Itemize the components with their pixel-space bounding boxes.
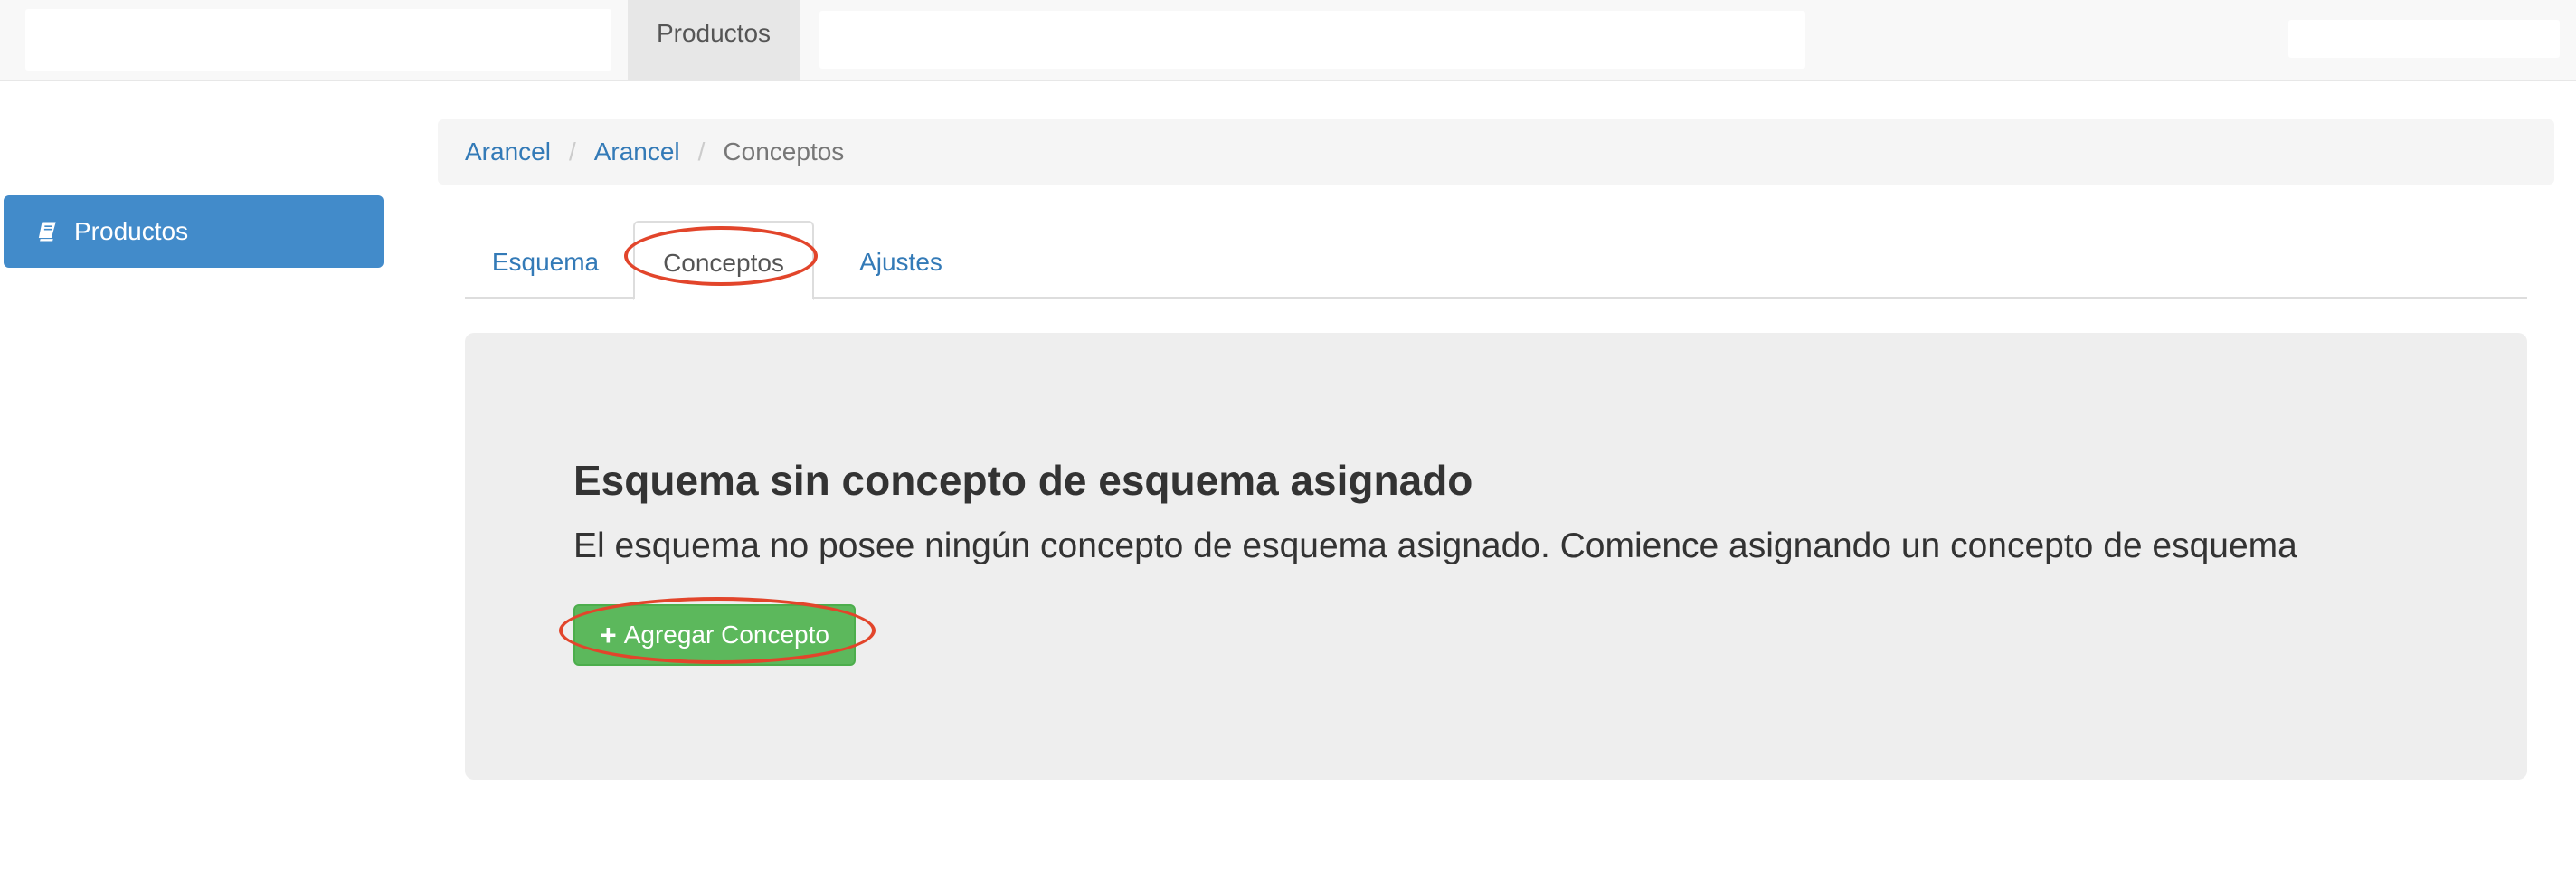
empty-state-heading: Esquema sin concepto de esquema asignado — [573, 457, 1473, 504]
add-concept-label: Agregar Concepto — [623, 621, 829, 649]
breadcrumb-separator: / — [568, 137, 576, 166]
sidebar-item-label: Productos — [74, 217, 189, 245]
empty-state-description: El esquema no posee ningún concepto de e… — [573, 526, 2297, 565]
navbar-brand-placeholder — [25, 9, 611, 71]
breadcrumb-link-arancel-2[interactable]: Arancel — [594, 137, 680, 166]
add-concept-button[interactable]: + Agregar Concepto — [573, 604, 856, 666]
breadcrumb: Arancel / Arancel / Conceptos — [438, 119, 2554, 185]
plus-icon: + — [600, 619, 617, 651]
navbar-menu-placeholder — [819, 11, 1805, 69]
tab-bar: Esquema Conceptos Ajustes — [465, 221, 2527, 300]
breadcrumb-link-arancel[interactable]: Arancel — [465, 137, 551, 166]
navbar-user-placeholder — [2288, 20, 2560, 58]
tab-ajustes[interactable]: Ajustes — [821, 221, 980, 299]
book-icon — [36, 219, 62, 244]
top-navbar: Productos — [0, 0, 2576, 81]
sidebar-item-productos[interactable]: Productos — [4, 195, 384, 268]
breadcrumb-separator: / — [697, 137, 706, 166]
navbar-tab-productos[interactable]: Productos — [628, 0, 800, 80]
tab-conceptos[interactable]: Conceptos — [633, 221, 814, 300]
breadcrumb-current: Conceptos — [723, 137, 845, 166]
empty-state-panel: Esquema sin concepto de esquema asignado… — [465, 333, 2527, 780]
tab-esquema[interactable]: Esquema — [465, 221, 626, 299]
